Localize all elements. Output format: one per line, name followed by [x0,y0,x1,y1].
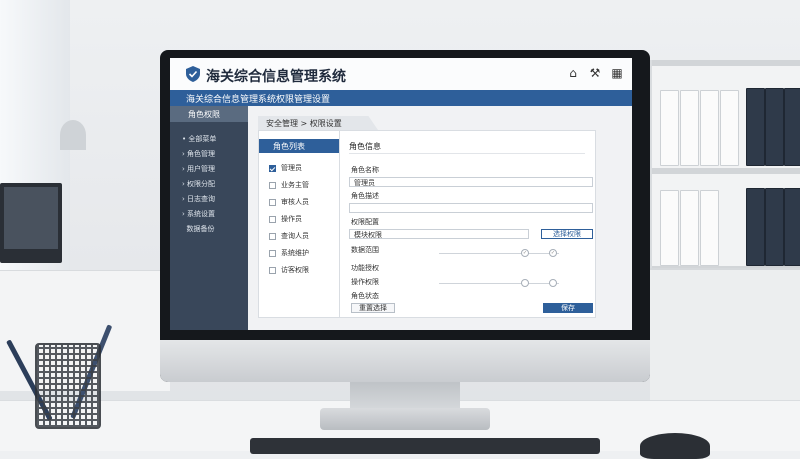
role-item[interactable]: 审核人员 [269,197,309,207]
status-label: 角色状态 [351,292,379,300]
sidebar-item-all-menus[interactable]: • 全部菜单 [182,134,216,144]
keyboard [250,438,600,454]
menu-bar: 海关综合信息管理系统权限管理设置 [170,90,632,106]
permission-field[interactable]: 模块权限 [349,229,529,239]
background-monitor [0,183,62,263]
role-list: 角色列表 管理员 业务主管 审核人员 操作员 查询人员 系统维护 访客权限 [259,131,340,317]
checkbox[interactable] [269,198,276,206]
detail-title: 角色信息 [349,142,381,151]
save-button[interactable]: 保存 [543,303,593,313]
role-item[interactable]: 业务主管 [269,180,309,190]
checkbox[interactable] [269,215,276,223]
mouse [640,433,710,459]
sidebar: 角色权限 • 全部菜单 › 角色管理 › 用户管理 › 权限分配 › 日志查询 … [170,106,248,330]
monitor-chin [160,340,650,382]
slider-knob[interactable]: ✓ [521,249,529,257]
checkbox[interactable] [269,266,276,274]
sidebar-item-roles[interactable]: › 角色管理 [182,149,215,159]
select-permission-button[interactable]: 选择权限 [541,229,593,239]
title-bar: 海关综合信息管理系统 ⌂ ⚒ ▦ [170,58,632,90]
role-item[interactable]: 访客权限 [269,265,309,275]
function-label: 功能授权 [351,264,379,272]
role-detail: 角色信息 角色名称 管理员 角色描述 权限配置 模块权限 选择权限 数据范围 ✓… [349,131,595,317]
operation-label: 操作权限 [351,278,379,286]
sidebar-header[interactable]: 角色权限 [170,106,248,122]
operation-slider[interactable] [439,283,559,284]
description-label: 角色描述 [351,192,379,200]
grid-icon[interactable]: ▦ [610,66,624,80]
app-window: 海关综合信息管理系统 ⌂ ⚒ ▦ 海关综合信息管理系统权限管理设置 角色权限 •… [170,58,632,330]
data-scope-slider[interactable] [439,253,559,254]
checkbox[interactable] [269,232,276,240]
slider-knob[interactable]: ✓ [549,249,557,257]
shield-icon [186,66,200,82]
sidebar-item-backup[interactable]: 数据备份 [182,224,214,234]
breadcrumb[interactable]: 安全管理 > 权限设置 [258,116,378,130]
app-title: 海关综合信息管理系统 [206,69,346,85]
sidebar-item-logs[interactable]: › 日志查询 [182,194,215,204]
page-title: 海关综合信息管理系统权限管理设置 [186,95,331,105]
description-field[interactable] [349,203,593,213]
slider-knob[interactable] [521,279,529,287]
slider-knob[interactable] [549,279,557,287]
cabinet [650,268,800,402]
divider [349,153,585,154]
sidebar-header-label: 角色权限 [188,110,220,119]
checkbox[interactable] [269,181,276,189]
role-item[interactable]: 系统维护 [269,248,309,258]
role-item[interactable]: 操作员 [269,214,302,224]
desk-lamp [60,120,86,150]
role-list-header: 角色列表 [259,139,339,153]
main-content: 安全管理 > 权限设置 角色列表 管理员 业务主管 审核人员 操作员 查询人员 … [248,106,632,330]
permission-label: 权限配置 [351,218,379,226]
role-name-field[interactable]: 管理员 [349,177,593,187]
sidebar-item-permissions[interactable]: › 权限分配 [182,179,215,189]
role-item[interactable]: 查询人员 [269,231,309,241]
tools-icon[interactable]: ⚒ [588,66,602,80]
sidebar-item-users[interactable]: › 用户管理 [182,164,215,174]
sidebar-item-settings[interactable]: › 系统设置 [182,209,215,219]
reset-button[interactable]: 重置选择 [351,303,395,313]
checkbox[interactable] [269,164,276,172]
data-scope-label: 数据范围 [351,246,379,254]
role-item[interactable]: 管理员 [269,163,302,173]
checkbox[interactable] [269,249,276,257]
monitor-base [320,408,490,430]
settings-panel: 角色列表 管理员 业务主管 审核人员 操作员 查询人员 系统维护 访客权限 角色… [258,130,596,318]
role-name-label: 角色名称 [351,166,379,174]
pen-holder [35,343,101,429]
home-icon[interactable]: ⌂ [566,66,580,80]
